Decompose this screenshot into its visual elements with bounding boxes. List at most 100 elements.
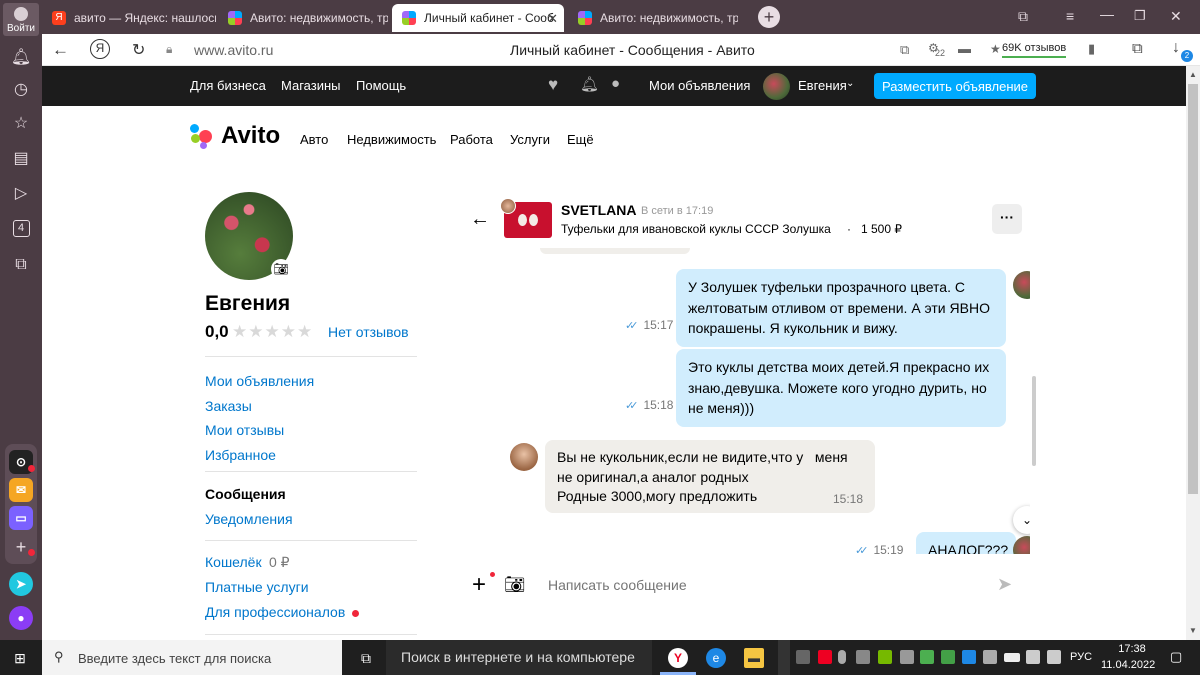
clock-date[interactable]: 11.04.2022 — [1101, 659, 1155, 671]
shops-link[interactable]: Магазины — [281, 78, 341, 93]
menu-icon[interactable]: ≡ — [1066, 8, 1074, 24]
bookmark-icon[interactable]: ▮ — [1088, 41, 1095, 57]
tab-messages[interactable]: Личный кабинет - Сооб ✕ — [392, 4, 564, 32]
my-ads-link[interactable]: Мои объявления — [649, 78, 750, 93]
tab-yandex[interactable]: Я авито — Яндекс: нашлось — [42, 4, 216, 32]
close-window-icon[interactable]: ✕ — [1170, 8, 1182, 25]
chat-menu-button[interactable]: ··· — [992, 204, 1022, 234]
my-ads-side-link[interactable]: Мои объявления — [205, 369, 314, 394]
bell-icon[interactable]: 🔔︎ — [8, 44, 34, 70]
menu-jobs[interactable]: Работа — [450, 132, 493, 147]
menu-realty[interactable]: Недвижимость — [347, 132, 436, 147]
send-icon[interactable]: ➤ — [997, 574, 1012, 595]
tabs-icon[interactable]: ⧉ — [1018, 8, 1028, 25]
volume-icon[interactable] — [1047, 650, 1061, 664]
tray-bluetooth-icon[interactable] — [962, 650, 976, 664]
camera-attach-icon[interactable]: 📷︎ — [504, 575, 526, 595]
scroll-up-icon[interactable]: ▲ — [1189, 70, 1197, 79]
reviews-link[interactable]: Нет отзывов — [328, 324, 409, 340]
menu-services[interactable]: Услуги — [510, 132, 550, 147]
restore-icon[interactable]: ❐ — [1134, 8, 1146, 24]
tray-network-icon[interactable] — [856, 650, 870, 664]
back-arrow-icon[interactable]: ← — [470, 208, 490, 231]
taskbar-search[interactable]: ⚲ Введите здесь текст для поиска — [42, 640, 342, 675]
login-button[interactable]: Войти — [3, 3, 39, 36]
wifi-icon[interactable] — [1026, 650, 1040, 664]
messages-link-active[interactable]: Сообщения — [205, 486, 286, 502]
back-icon[interactable]: ← — [52, 40, 69, 60]
wallet-link[interactable]: Кошелёк — [205, 554, 262, 570]
chat-scrollbar[interactable] — [1032, 376, 1036, 466]
message-bubble-outgoing[interactable]: АНАЛОГ??? — [916, 532, 1016, 554]
camera-icon[interactable]: 📷︎ — [271, 259, 291, 279]
copy-icon[interactable]: ⧉ — [900, 42, 909, 58]
play-icon[interactable]: ▷ — [8, 180, 34, 206]
notifications-icon[interactable]: ▢ — [1170, 649, 1182, 665]
partner-name[interactable]: SVETLANA — [561, 202, 636, 218]
user-menu[interactable]: Евгения — [798, 78, 847, 93]
scroll-down-button[interactable]: ⌄ — [1013, 506, 1030, 534]
microphone-icon[interactable] — [838, 650, 846, 664]
tray-sync-icon[interactable] — [983, 650, 997, 664]
message-bubble-outgoing[interactable]: У Золушек туфельки прозрачного цвета. С … — [676, 269, 1006, 347]
message-input[interactable] — [548, 572, 968, 598]
messages-bubble-icon[interactable]: ● — [611, 75, 620, 92]
my-reviews-link[interactable]: Мои отзывы — [205, 418, 314, 443]
url-text[interactable]: www.avito.ru — [194, 42, 273, 58]
item-title[interactable]: Туфельки для ивановской куклы СССР Золуш… — [561, 222, 831, 236]
tray-device-icon[interactable] — [900, 650, 914, 664]
task-view-icon[interactable]: ⧉ — [356, 648, 376, 668]
tray-yandex-icon[interactable] — [818, 650, 832, 664]
alice-icon[interactable]: ● — [9, 606, 33, 630]
collections-button-icon[interactable]: ⧉ — [1132, 40, 1143, 57]
orders-link[interactable]: Заказы — [205, 394, 314, 419]
chevron-down-icon[interactable]: ⌄ — [846, 78, 854, 89]
avatar[interactable] — [763, 73, 790, 100]
for-pros-link[interactable]: Для профессионалов — [205, 604, 345, 620]
avito-logo-icon[interactable] — [190, 124, 216, 150]
tray-app-icon[interactable] — [796, 650, 810, 664]
notifications-bell-icon[interactable]: 🔔︎ — [580, 75, 599, 93]
screenshot-icon[interactable]: ⧉ — [8, 252, 34, 278]
collections-icon[interactable]: ▤ — [8, 145, 34, 171]
message-bubble-incoming[interactable]: Вы не кукольник,если не видите,что у мен… — [545, 440, 875, 513]
yandex-browser-icon[interactable]: Y — [668, 648, 688, 668]
publish-ad-button[interactable]: Разместить объявление — [874, 73, 1036, 99]
messenger-icon[interactable]: ▭ — [9, 506, 33, 530]
help-link[interactable]: Помощь — [356, 78, 406, 93]
tray-check-icon[interactable] — [920, 650, 934, 664]
tab-avito-2[interactable]: Авито: недвижимость, тра — [568, 4, 738, 32]
nvidia-icon[interactable] — [878, 650, 892, 664]
new-tab-icon[interactable]: + — [758, 6, 780, 28]
minimize-icon[interactable]: — — [1100, 6, 1114, 22]
clock-time[interactable]: 17:38 — [1112, 643, 1152, 655]
history-icon[interactable]: ◷ — [8, 76, 34, 102]
download-icon[interactable]: ↓ — [1172, 39, 1180, 57]
star-icon[interactable]: ☆ — [8, 110, 34, 136]
attach-plus-icon[interactable]: + — [472, 571, 486, 599]
paid-services-link[interactable]: Платные услуги — [205, 579, 309, 595]
reload-icon[interactable]: ↻ — [132, 40, 145, 60]
battery-icon[interactable] — [1004, 653, 1020, 662]
scroll-down-icon[interactable]: ▼ — [1189, 626, 1197, 635]
tray-shield-icon[interactable] — [941, 650, 955, 664]
notifications-link[interactable]: Уведомления — [205, 511, 293, 527]
mail-icon[interactable]: ✉ — [9, 478, 33, 502]
windows-start-icon[interactable]: ⊞ — [10, 648, 30, 668]
close-tab-icon[interactable]: ✕ — [547, 11, 558, 27]
business-link[interactable]: Для бизнеса — [190, 78, 266, 93]
edge-icon[interactable]: e — [706, 648, 726, 668]
yandex-search-box[interactable]: Поиск в интернете и на компьютере — [386, 640, 652, 675]
send-app-icon[interactable]: ➤ — [9, 572, 33, 596]
chat-icon[interactable]: ▬ — [958, 41, 971, 56]
four-icon[interactable]: 4 — [8, 215, 34, 241]
tab-avito-1[interactable]: Авито: недвижимость, тра — [218, 4, 388, 32]
reviews-badge[interactable]: 69K отзывов — [1002, 42, 1067, 58]
favorites-link[interactable]: Избранное — [205, 443, 314, 468]
menu-more[interactable]: Ещё — [567, 132, 594, 147]
explorer-icon[interactable]: ▬ — [744, 648, 764, 668]
menu-auto[interactable]: Авто — [300, 132, 328, 147]
page-scrollbar[interactable]: ▲ ▼ — [1186, 66, 1200, 640]
avito-logo-text[interactable]: Avito — [221, 122, 280, 150]
favorites-heart-icon[interactable]: ♥ — [548, 75, 558, 95]
